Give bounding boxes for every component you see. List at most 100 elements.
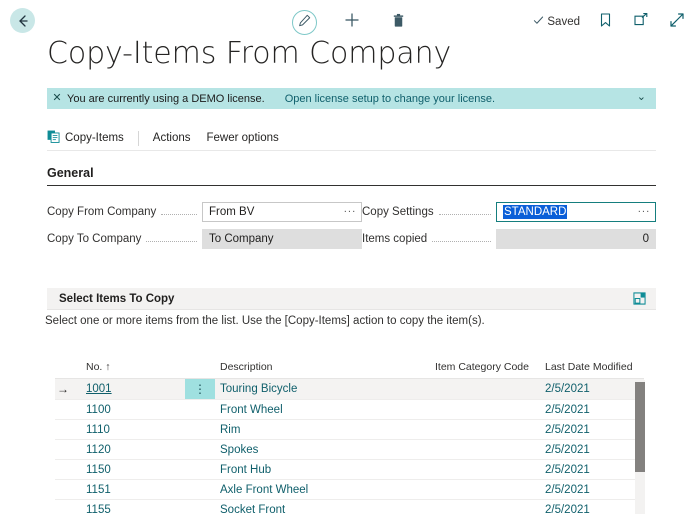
row-indicator xyxy=(55,399,77,420)
row-menu-icon[interactable]: ⋮ xyxy=(185,379,215,399)
label-leader-dots xyxy=(161,206,197,215)
items-table-container: No. ↑ Description Item Category Code Las… xyxy=(55,358,656,514)
col-description[interactable]: Description xyxy=(215,358,435,379)
table-row[interactable]: 1151 Axle Front Wheel 2/5/2021 xyxy=(55,479,644,500)
cell-no[interactable]: 1155 xyxy=(77,499,185,514)
description-text: Touring Bicycle xyxy=(220,383,298,395)
row-indicator xyxy=(55,419,77,440)
copy-from-company-input[interactable]: From BV ··· xyxy=(202,201,362,222)
cell-description: Front Hub xyxy=(215,459,435,480)
cell-description: Rim xyxy=(215,419,435,440)
card-title: Select Items To Copy xyxy=(59,292,175,305)
table-row[interactable]: 1100 Front Wheel 2/5/2021 xyxy=(55,399,644,420)
cell-date: 2/5/2021 xyxy=(545,459,644,480)
action-bar-divider xyxy=(137,130,139,146)
copy-to-company-input[interactable]: To Company xyxy=(202,228,362,249)
action-bar: Copy-Items Actions Fewer options xyxy=(47,128,656,151)
assist-edit-button[interactable]: ··· xyxy=(344,206,357,217)
cell-no[interactable]: 1001 xyxy=(77,378,185,400)
table-row[interactable]: 1155 Socket Front 2/5/2021 xyxy=(55,499,644,514)
chevron-down-icon[interactable]: ⌄ xyxy=(637,92,646,103)
edit-button[interactable] xyxy=(292,10,317,35)
table-header-row: No. ↑ Description Item Category Code Las… xyxy=(55,358,644,379)
actions-menu[interactable]: Actions xyxy=(153,132,191,144)
general-section-heading: General xyxy=(47,166,656,186)
new-button[interactable] xyxy=(341,12,363,34)
description-text: Front Wheel xyxy=(220,403,283,416)
cell-no[interactable]: 1150 xyxy=(77,459,185,480)
expand-fullscreen-button[interactable] xyxy=(666,11,688,33)
form-row-2: Copy To Company To Company Items copied … xyxy=(47,225,656,252)
cell-row-menu xyxy=(185,439,215,460)
cell-no[interactable]: 1151 xyxy=(77,479,185,500)
table-vertical-scrollbar[interactable] xyxy=(635,380,645,514)
cell-category xyxy=(435,499,545,514)
table-row[interactable]: → 1001 ⋮ Touring Bicycle 2/5/2021 xyxy=(55,378,644,400)
scrollbar-thumb[interactable] xyxy=(635,382,645,472)
cell-description: Front Wheel xyxy=(215,399,435,420)
expand-card-button[interactable] xyxy=(633,292,646,310)
cell-description: Socket Front xyxy=(215,499,435,514)
open-in-new-window-button[interactable] xyxy=(630,11,652,33)
col-last-date-modified[interactable]: Last Date Modified xyxy=(545,358,644,379)
description-text: Socket Front xyxy=(220,503,286,514)
cell-row-menu xyxy=(185,399,215,420)
items-table: No. ↑ Description Item Category Code Las… xyxy=(55,358,644,514)
bookmark-icon xyxy=(599,12,612,32)
cell-no[interactable]: 1120 xyxy=(77,439,185,460)
item-no: 1150 xyxy=(86,463,111,476)
cell-category xyxy=(435,399,545,420)
item-no: 1110 xyxy=(86,423,110,436)
close-icon[interactable]: ✕ xyxy=(47,93,67,104)
date-text: 2/5/2021 xyxy=(545,383,590,395)
item-no: 1151 xyxy=(86,483,111,496)
col-description-label: Description xyxy=(220,361,273,373)
back-button[interactable] xyxy=(10,8,35,33)
col-no-label: No. ↑ xyxy=(86,361,111,373)
row-indicator: → xyxy=(55,378,77,400)
cell-date: 2/5/2021 xyxy=(545,399,644,420)
table-row[interactable]: 1150 Front Hub 2/5/2021 xyxy=(55,459,644,480)
table-row[interactable]: 1120 Spokes 2/5/2021 xyxy=(55,439,644,460)
field-label: Copy From Company xyxy=(47,205,157,218)
items-table-head: No. ↑ Description Item Category Code Las… xyxy=(55,358,644,379)
cell-category xyxy=(435,439,545,460)
field-copy-from-company: Copy From Company From BV ··· xyxy=(47,201,362,222)
cell-date: 2/5/2021 xyxy=(545,479,644,500)
assist-edit-button[interactable]: ··· xyxy=(638,206,651,217)
description-text: Spokes xyxy=(220,443,259,456)
col-item-category-code-label: Item Category Code xyxy=(435,361,529,373)
copy-settings-input[interactable]: STANDARD ··· xyxy=(496,201,656,222)
col-last-date-modified-label: Last Date Modified xyxy=(545,361,633,373)
demo-license-notification: ✕ You are currently using a DEMO license… xyxy=(47,88,656,109)
copy-items-action[interactable]: Copy-Items xyxy=(47,130,124,146)
item-no-link[interactable]: 1001 xyxy=(77,383,185,395)
col-item-category-code[interactable]: Item Category Code xyxy=(435,358,545,379)
field-value: To Company xyxy=(209,232,274,245)
delete-button[interactable] xyxy=(387,12,409,34)
cell-row-menu xyxy=(185,459,215,480)
select-items-card-header: Select Items To Copy xyxy=(47,288,656,310)
col-no[interactable]: No. ↑ xyxy=(77,358,185,379)
cell-no[interactable]: 1100 xyxy=(77,399,185,420)
table-row[interactable]: 1110 Rim 2/5/2021 xyxy=(55,419,644,440)
row-indicator xyxy=(55,499,77,514)
check-icon xyxy=(533,15,544,29)
fewer-options-toggle[interactable]: Fewer options xyxy=(207,132,279,144)
bookmark-button[interactable] xyxy=(594,11,616,33)
cell-row-menu xyxy=(185,499,215,514)
col-indicator xyxy=(55,358,77,379)
license-setup-link[interactable]: Open license setup to change your licens… xyxy=(285,93,495,105)
field-label: Items copied xyxy=(362,232,428,245)
center-action-group xyxy=(292,10,409,35)
date-text: 2/5/2021 xyxy=(545,403,590,416)
cell-row-menu xyxy=(185,479,215,500)
cell-category xyxy=(435,479,545,500)
field-label: Copy To Company xyxy=(47,232,142,245)
field-copy-settings: Copy Settings STANDARD ··· xyxy=(362,201,656,222)
notification-message: You are currently using a DEMO license. xyxy=(67,92,265,105)
cell-no[interactable]: 1110 xyxy=(77,419,185,440)
copy-pages-icon xyxy=(47,130,60,146)
select-items-subtitle: Select one or more items from the list. … xyxy=(45,315,485,327)
cell-row-menu[interactable]: ⋮ xyxy=(185,378,215,400)
